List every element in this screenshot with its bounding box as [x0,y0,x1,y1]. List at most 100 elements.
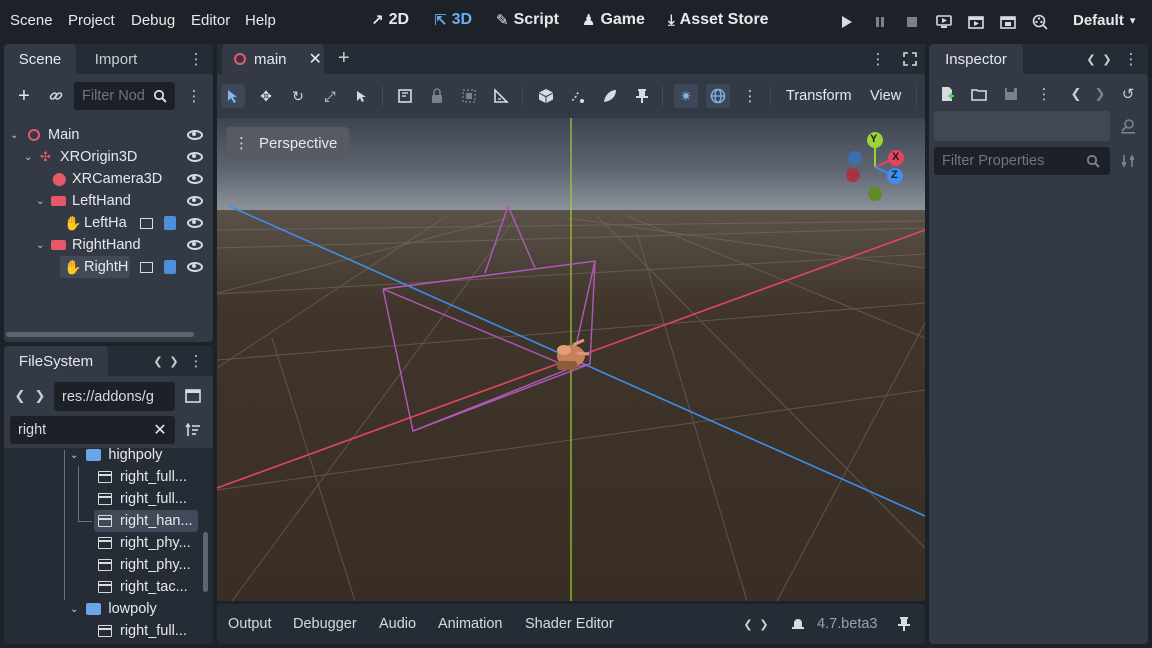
add-node-icon[interactable]: + [12,84,36,108]
visibility-eye-icon[interactable] [187,218,203,228]
object-search-icon[interactable] [1116,114,1140,138]
tab-shader-editor[interactable]: Shader Editor [525,616,614,632]
fs-file[interactable]: right_full... [98,620,187,642]
menu-help[interactable]: Help [245,12,276,29]
chevron-right-icon[interactable]: ❯ [752,612,776,636]
save-icon[interactable] [999,82,1023,106]
tree-node-lefthand[interactable]: ⌄ LeftHand [4,190,213,212]
visibility-eye-icon[interactable] [187,240,203,250]
lock-icon[interactable] [425,84,449,108]
visibility-eye-icon[interactable] [187,130,203,140]
workspace-game-button[interactable]: ♟ Game [582,11,645,29]
play-icon[interactable] [835,10,859,34]
pause-icon[interactable] [868,10,892,34]
dock-menu-icon[interactable]: ⋮ [184,47,208,71]
fs-file[interactable]: right_tac... [98,576,188,598]
stop-icon[interactable] [900,10,924,34]
tab-audio[interactable]: Audio [379,616,416,632]
scene-options-icon[interactable]: ⋮ [182,84,206,108]
tab-filesystem[interactable]: FileSystem [4,346,108,376]
resource-options-icon[interactable]: ⋮ [1032,82,1056,106]
snap-icon[interactable] [566,84,590,108]
layout-dropdown[interactable]: Default ▾ [1073,12,1135,29]
tab-menu-icon[interactable]: ⋮ [866,47,890,71]
visibility-eye-icon[interactable] [187,262,203,272]
transform-menu[interactable]: Transform [786,88,852,104]
view-menu[interactable]: View [870,88,901,104]
chevron-right-icon[interactable]: ❯ [162,349,186,373]
fs-file[interactable]: right_phy... [98,554,191,576]
play-custom-scene-icon[interactable] [996,10,1020,34]
dock-menu-icon[interactable]: ⋮ [1119,47,1143,71]
script-attached-icon[interactable] [164,260,176,274]
tab-main-scene[interactable]: main ✕ [222,44,324,74]
add-tab-button[interactable]: + [338,47,350,70]
instance-scene-icon[interactable] [140,217,153,229]
remote-debug-icon[interactable] [932,10,956,34]
script-attached-icon[interactable] [164,216,176,230]
tab-scene[interactable]: Scene [4,44,76,74]
perspective-menu[interactable]: ⋮ Perspective [226,127,350,159]
ruler-triangle-icon[interactable] [489,84,513,108]
menu-scene[interactable]: Scene [10,12,53,29]
tab-output[interactable]: Output [228,616,272,632]
environment-icon[interactable] [598,84,622,108]
menu-project[interactable]: Project [68,12,115,29]
tree-node-lefthand-model[interactable]: ✋ LeftHa [4,212,213,234]
local-space-icon[interactable] [534,84,558,108]
notification-bell-icon[interactable] [786,612,810,636]
menu-editor[interactable]: Editor [191,12,230,29]
history-forward-icon[interactable]: ❯ [1088,82,1112,106]
object-selector[interactable] [934,111,1110,141]
environment-preview-icon[interactable] [706,84,730,108]
dock-menu-icon[interactable]: ⋮ [184,349,208,373]
rotate-tool-icon[interactable]: ↻ [286,84,310,108]
fs-folder-highpoly[interactable]: ⌄ highpoly [70,444,162,466]
pin-panel-icon[interactable] [892,612,916,636]
chevron-right-icon[interactable]: ❯ [1095,47,1119,71]
instance-scene-icon[interactable] [140,261,153,273]
pin-icon[interactable] [630,84,654,108]
split-view-icon[interactable] [181,384,205,408]
fs-folder-lowpoly[interactable]: ⌄ lowpoly [70,598,157,620]
tree-node-righthand-model[interactable]: ✋ RightH [4,256,213,278]
workspace-script-button[interactable]: ✎ Script [496,11,559,29]
tree-node-xrorigin3d[interactable]: ⌄ ✣ XROrigin3D [4,146,213,168]
list-select-icon[interactable] [350,84,374,108]
forward-icon[interactable]: ❯ [28,384,52,408]
fs-file-selected[interactable]: right_han... [94,510,198,532]
sort-icon[interactable] [181,418,205,442]
ruler-icon[interactable] [393,84,417,108]
viewport-3d[interactable]: ⋮ Perspective Y X Z [217,118,925,601]
link-icon[interactable] [44,84,68,108]
sun-preview-icon[interactable]: ✷ [674,84,698,108]
select-tool-icon[interactable] [221,84,245,108]
tab-animation[interactable]: Animation [438,616,502,632]
path-field[interactable]: res://addons/g [54,382,175,411]
tab-import[interactable]: Import [82,44,150,74]
visibility-eye-icon[interactable] [187,196,203,206]
vertical-scrollbar[interactable] [203,532,208,592]
history-icon[interactable]: ↺ [1116,82,1140,106]
fs-file[interactable]: right_phy... [98,532,191,554]
distraction-free-icon[interactable] [898,47,922,71]
workspace-2d-button[interactable]: ↗ 2D [371,11,409,29]
horizontal-scrollbar[interactable] [6,332,194,337]
close-icon[interactable]: ✕ [309,49,322,69]
property-settings-icon[interactable] [1116,149,1140,173]
play-scene-icon[interactable] [964,10,988,34]
fs-file[interactable]: right_full... [98,466,187,488]
fs-file[interactable]: right_full... [98,488,187,510]
tab-inspector[interactable]: Inspector [929,44,1023,74]
menu-debug[interactable]: Debug [131,12,175,29]
workspace-3d-button[interactable]: ⇱ 3D [434,11,472,29]
movie-maker-icon[interactable] [1028,10,1052,34]
move-tool-icon[interactable]: ✥ [254,84,278,108]
tree-node-xrcamera3d[interactable]: ⬤ XRCamera3D [4,168,213,190]
tree-node-righthand[interactable]: ⌄ RightHand [4,234,213,256]
workspace-asset-store-button[interactable]: ⤓ Asset Store [668,11,769,29]
scale-tool-icon[interactable]: ⤢ [318,84,342,108]
new-resource-icon[interactable] [935,82,959,106]
open-folder-icon[interactable] [967,82,991,106]
history-back-icon[interactable]: ❮ [1064,82,1088,106]
